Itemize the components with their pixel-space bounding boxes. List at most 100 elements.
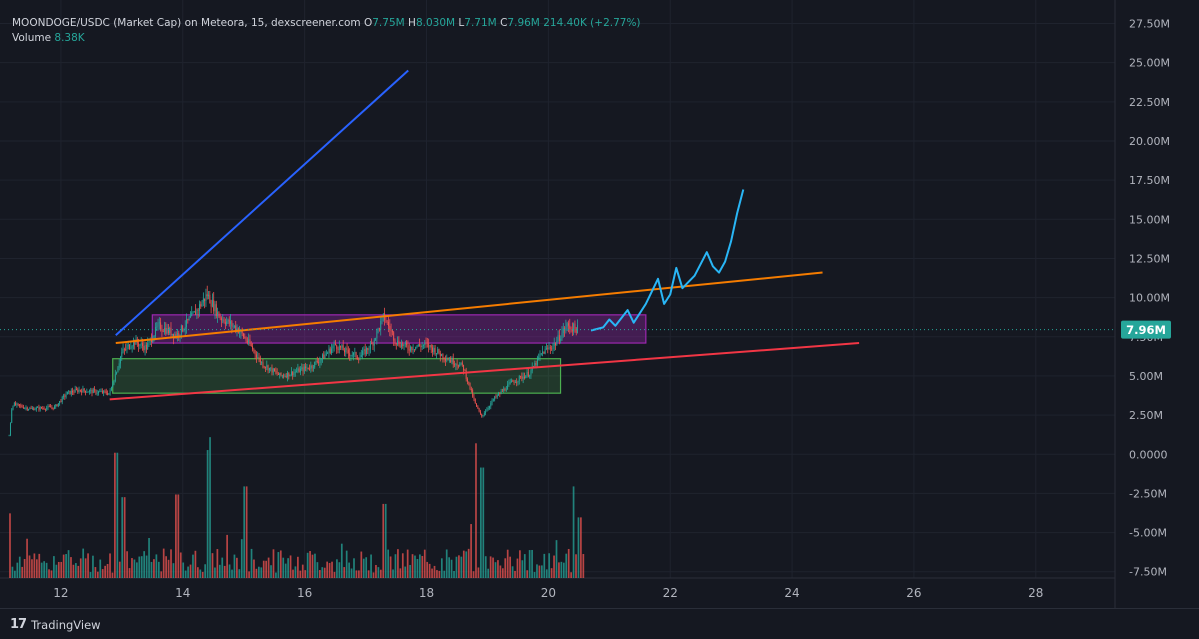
candle-body (253, 349, 255, 351)
volume-bar (345, 550, 348, 578)
candle-body (325, 353, 327, 355)
candle-body (293, 372, 295, 376)
volume-bar (499, 565, 502, 578)
candle-body (319, 360, 321, 363)
candle-body (407, 345, 409, 350)
volume-bar (448, 557, 451, 578)
candle-body (127, 344, 129, 347)
candle-body (538, 356, 540, 358)
candle-body (419, 344, 421, 346)
candle-body (125, 349, 127, 350)
volume-bar (118, 561, 121, 578)
volume-bar (216, 549, 219, 578)
volume-bar (136, 562, 138, 578)
volume-bar (328, 562, 331, 578)
candle-body (353, 352, 354, 356)
volume-bar (548, 553, 551, 578)
candle-body (302, 367, 304, 372)
volume-bar (43, 561, 46, 578)
candle-body (187, 318, 189, 321)
candle-body (429, 344, 431, 348)
candle-body (123, 348, 125, 350)
volume-bar (206, 450, 209, 578)
trend-line-blue (115, 69, 409, 336)
candle-body (101, 391, 103, 393)
candle-body (108, 393, 110, 395)
candle-body (569, 325, 571, 329)
candle-body (306, 367, 308, 369)
tradingview-icon: 17 (10, 617, 27, 632)
volume-bar (236, 557, 238, 578)
candle-body (420, 345, 422, 348)
tradingview-logo[interactable]: 17 TradingView (10, 617, 101, 632)
candle-body (279, 372, 281, 375)
volume-bar (201, 571, 204, 578)
candle-body (540, 353, 542, 355)
volume-bar (326, 561, 329, 578)
candle-body (122, 348, 124, 353)
candle-body (48, 406, 50, 408)
candle-body (340, 345, 342, 348)
candle-body (331, 348, 332, 354)
candle-body (395, 342, 397, 345)
candle-body (54, 406, 55, 409)
volume-bar (231, 569, 233, 578)
candle-body (535, 363, 537, 366)
volume-bar (406, 549, 409, 578)
volume-bar (214, 567, 216, 578)
candle-body (266, 365, 268, 368)
volume-bar (116, 452, 119, 578)
change-value: 214.40K (+2.77%) (543, 17, 641, 29)
candle-body (126, 346, 128, 350)
volume-bar (226, 534, 228, 578)
candle-body (88, 390, 90, 392)
candle-body (110, 386, 112, 391)
candle-body (485, 411, 487, 414)
candle-body (131, 346, 133, 348)
volume-bar (506, 549, 509, 578)
volume-bar (321, 567, 324, 578)
candle-body (323, 354, 325, 359)
volume-bar (248, 571, 250, 578)
candle-body (338, 345, 340, 351)
candle-body (79, 389, 81, 391)
candle-body (556, 340, 558, 346)
candle-body (487, 407, 489, 410)
candle-body (246, 340, 248, 343)
candle-body (464, 370, 466, 371)
y-tick-label: 17.50M (1129, 174, 1170, 187)
candle-body (25, 407, 27, 409)
candle-body (389, 325, 391, 330)
y-tick-label: 20.00M (1129, 135, 1170, 148)
candle-body (380, 320, 382, 330)
candle-body (160, 322, 162, 330)
price-chart[interactable]: 27.50M 25.00M 22.50M 20.00M 17.50M 15.00M 12.5… (0, 0, 1199, 608)
candle-body (44, 409, 46, 410)
candle-body (516, 382, 518, 383)
candle-body (239, 332, 241, 333)
candle-body (457, 365, 459, 367)
candle-body (498, 393, 500, 396)
candle-body (250, 344, 252, 347)
volume-bar (523, 554, 526, 578)
candle-body (43, 408, 45, 410)
candle-body (445, 359, 446, 361)
volume-bar (62, 554, 65, 578)
candle-body (195, 311, 197, 316)
volume-bar (16, 562, 19, 578)
candle-body (425, 342, 427, 344)
volume-bar (575, 554, 577, 578)
candle-body (56, 404, 58, 407)
candle-body (223, 319, 225, 323)
candle-body (536, 357, 538, 366)
candle-body (290, 371, 292, 375)
volume-bar (497, 560, 499, 578)
volume-bar (382, 503, 385, 578)
volume-bar (189, 564, 192, 578)
candle-body (57, 403, 59, 407)
candle-body (543, 351, 545, 354)
x-tick-label: 16 (297, 586, 312, 600)
candle-body (199, 304, 200, 311)
volume-bar (23, 559, 26, 578)
candle-body (13, 403, 15, 406)
